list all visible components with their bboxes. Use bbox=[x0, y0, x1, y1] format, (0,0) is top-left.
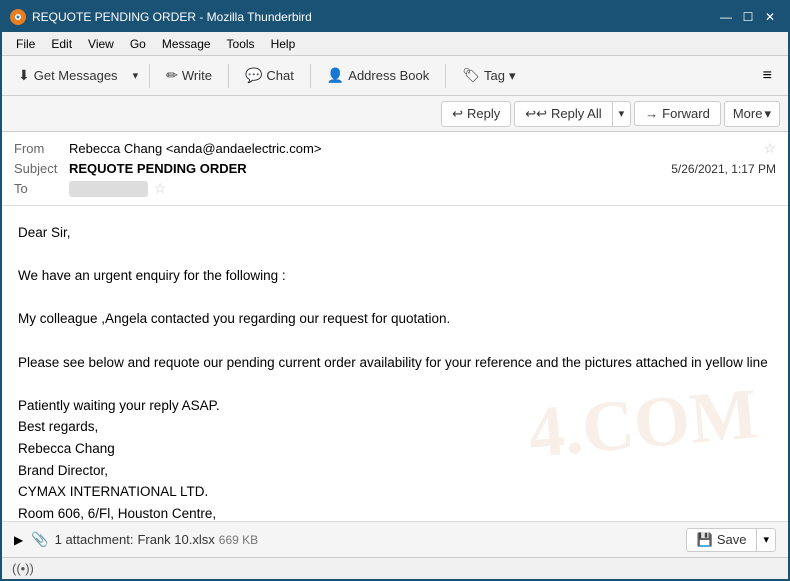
address-book-icon: 👤 bbox=[327, 67, 344, 84]
reply-all-icon: ↩↩ bbox=[525, 106, 547, 122]
menu-help[interactable]: Help bbox=[263, 35, 304, 53]
forward-label: Forward bbox=[662, 106, 710, 121]
subject-value: REQUOTE PENDING ORDER bbox=[69, 161, 671, 176]
tag-button[interactable]: 🏷 Tag ▾ bbox=[454, 63, 523, 88]
attachment-count: 1 attachment: bbox=[55, 532, 134, 547]
attachment-filename[interactable]: Frank 10.xlsx bbox=[137, 532, 214, 547]
main-toolbar: ⬇ Get Messages ▾ ✏ Write 💬 Chat 👤 Addres… bbox=[2, 56, 788, 96]
reply-all-label: Reply All bbox=[551, 106, 602, 121]
get-messages-label: Get Messages bbox=[34, 68, 118, 83]
to-label: To bbox=[14, 181, 69, 196]
thunderbird-window: REQUOTE PENDING ORDER - Mozilla Thunderb… bbox=[0, 0, 790, 581]
body-line5: Patiently waiting your reply ASAP. bbox=[18, 395, 772, 417]
write-button[interactable]: ✏ Write bbox=[158, 63, 220, 88]
to-value bbox=[69, 181, 148, 197]
menu-view[interactable]: View bbox=[80, 35, 122, 53]
reply-icon: ↩ bbox=[452, 106, 463, 122]
maximize-button[interactable]: ☐ bbox=[738, 8, 758, 26]
chat-label: Chat bbox=[266, 68, 293, 83]
email-body: Dear Sir, We have an urgent enquiry for … bbox=[2, 206, 788, 521]
address-book-button[interactable]: 👤 Address Book bbox=[319, 63, 437, 88]
action-bar: ↩ Reply ↩↩ Reply All ▾ → Forward More ▾ bbox=[2, 96, 788, 132]
body-line8: Brand Director, bbox=[18, 460, 772, 482]
attachment-bar: ▶ 📎 1 attachment: Frank 10.xlsx 669 KB 💾… bbox=[2, 521, 788, 557]
date-value: 5/26/2021, 1:17 PM bbox=[671, 162, 776, 176]
from-row: From Rebecca Chang <anda@andaelectric.co… bbox=[14, 138, 776, 159]
email-header: From Rebecca Chang <anda@andaelectric.co… bbox=[2, 132, 788, 206]
menu-go[interactable]: Go bbox=[122, 35, 154, 53]
menu-file[interactable]: File bbox=[8, 35, 43, 53]
more-button[interactable]: More ▾ bbox=[724, 101, 780, 127]
minimize-button[interactable]: — bbox=[716, 8, 736, 26]
to-star-icon[interactable]: ☆ bbox=[154, 180, 167, 197]
toolbar-separator-4 bbox=[445, 64, 446, 88]
body-line7: Rebecca Chang bbox=[18, 438, 772, 460]
body-line3: My colleague ,Angela contacted you regar… bbox=[18, 308, 772, 330]
tag-icon: 🏷 bbox=[462, 67, 480, 84]
get-messages-button[interactable]: ⬇ Get Messages bbox=[10, 63, 126, 88]
status-bar: ((•)) bbox=[2, 557, 788, 579]
app-icon bbox=[10, 9, 26, 25]
subject-row: Subject REQUOTE PENDING ORDER 5/26/2021,… bbox=[14, 159, 776, 178]
subject-label: Subject bbox=[14, 161, 69, 176]
get-messages-dropdown[interactable]: ▾ bbox=[130, 65, 142, 86]
write-label: Write bbox=[182, 68, 212, 83]
window-controls: — ☐ ✕ bbox=[716, 8, 780, 26]
save-split-button: 💾 Save ▾ bbox=[686, 528, 776, 552]
reply-all-dropdown[interactable]: ▾ bbox=[613, 103, 631, 124]
from-label: From bbox=[14, 141, 69, 156]
body-line9: CYMAX INTERNATIONAL LTD. bbox=[18, 481, 772, 503]
forward-icon: → bbox=[645, 106, 658, 121]
window-title: REQUOTE PENDING ORDER - Mozilla Thunderb… bbox=[32, 10, 716, 24]
tag-dropdown-icon: ▾ bbox=[509, 68, 516, 84]
from-value: Rebecca Chang <anda@andaelectric.com> bbox=[69, 141, 757, 156]
reply-all-button[interactable]: ↩↩ Reply All bbox=[515, 102, 612, 126]
close-button[interactable]: ✕ bbox=[760, 8, 780, 26]
save-button[interactable]: 💾 Save bbox=[687, 529, 758, 551]
menu-message[interactable]: Message bbox=[154, 35, 219, 53]
body-line4: Please see below and requote our pending… bbox=[18, 352, 772, 374]
menu-edit[interactable]: Edit bbox=[43, 35, 80, 53]
get-messages-icon: ⬇ bbox=[18, 67, 30, 84]
address-book-label: Address Book bbox=[348, 68, 429, 83]
body-line6: Best regards, bbox=[18, 416, 772, 438]
more-label: More bbox=[733, 106, 763, 121]
tag-label: Tag bbox=[484, 68, 505, 83]
reply-button[interactable]: ↩ Reply bbox=[441, 101, 511, 127]
toolbar-separator-3 bbox=[310, 64, 311, 88]
more-dropdown-icon: ▾ bbox=[764, 106, 771, 122]
toolbar-separator-1 bbox=[149, 64, 150, 88]
toolbar-separator-2 bbox=[228, 64, 229, 88]
to-row: To ☆ bbox=[14, 178, 776, 199]
save-dropdown-button[interactable]: ▾ bbox=[757, 530, 775, 549]
reply-all-split-button: ↩↩ Reply All ▾ bbox=[514, 101, 631, 127]
from-star-icon[interactable]: ☆ bbox=[763, 140, 776, 157]
chat-icon: 💬 bbox=[245, 67, 262, 84]
attachment-clip-icon: 📎 bbox=[31, 531, 48, 548]
chat-button[interactable]: 💬 Chat bbox=[237, 63, 302, 88]
attachment-size: 669 KB bbox=[219, 533, 258, 547]
reply-label: Reply bbox=[467, 106, 500, 121]
hamburger-menu-button[interactable]: ≡ bbox=[755, 63, 780, 89]
menu-bar: File Edit View Go Message Tools Help bbox=[2, 32, 788, 56]
forward-button[interactable]: → Forward bbox=[634, 101, 721, 126]
body-line10: Room 606, 6/Fl, Houston Centre, bbox=[18, 503, 772, 521]
save-label: Save bbox=[717, 532, 747, 547]
status-icon: ((•)) bbox=[12, 561, 34, 576]
save-icon: 💾 bbox=[697, 532, 713, 548]
write-icon: ✏ bbox=[166, 67, 178, 84]
menu-tools[interactable]: Tools bbox=[219, 35, 263, 53]
body-line2: We have an urgent enquiry for the follow… bbox=[18, 265, 772, 287]
title-bar: REQUOTE PENDING ORDER - Mozilla Thunderb… bbox=[2, 2, 788, 32]
body-line1: Dear Sir, bbox=[18, 222, 772, 244]
attachment-expand-icon[interactable]: ▶ bbox=[14, 533, 23, 547]
